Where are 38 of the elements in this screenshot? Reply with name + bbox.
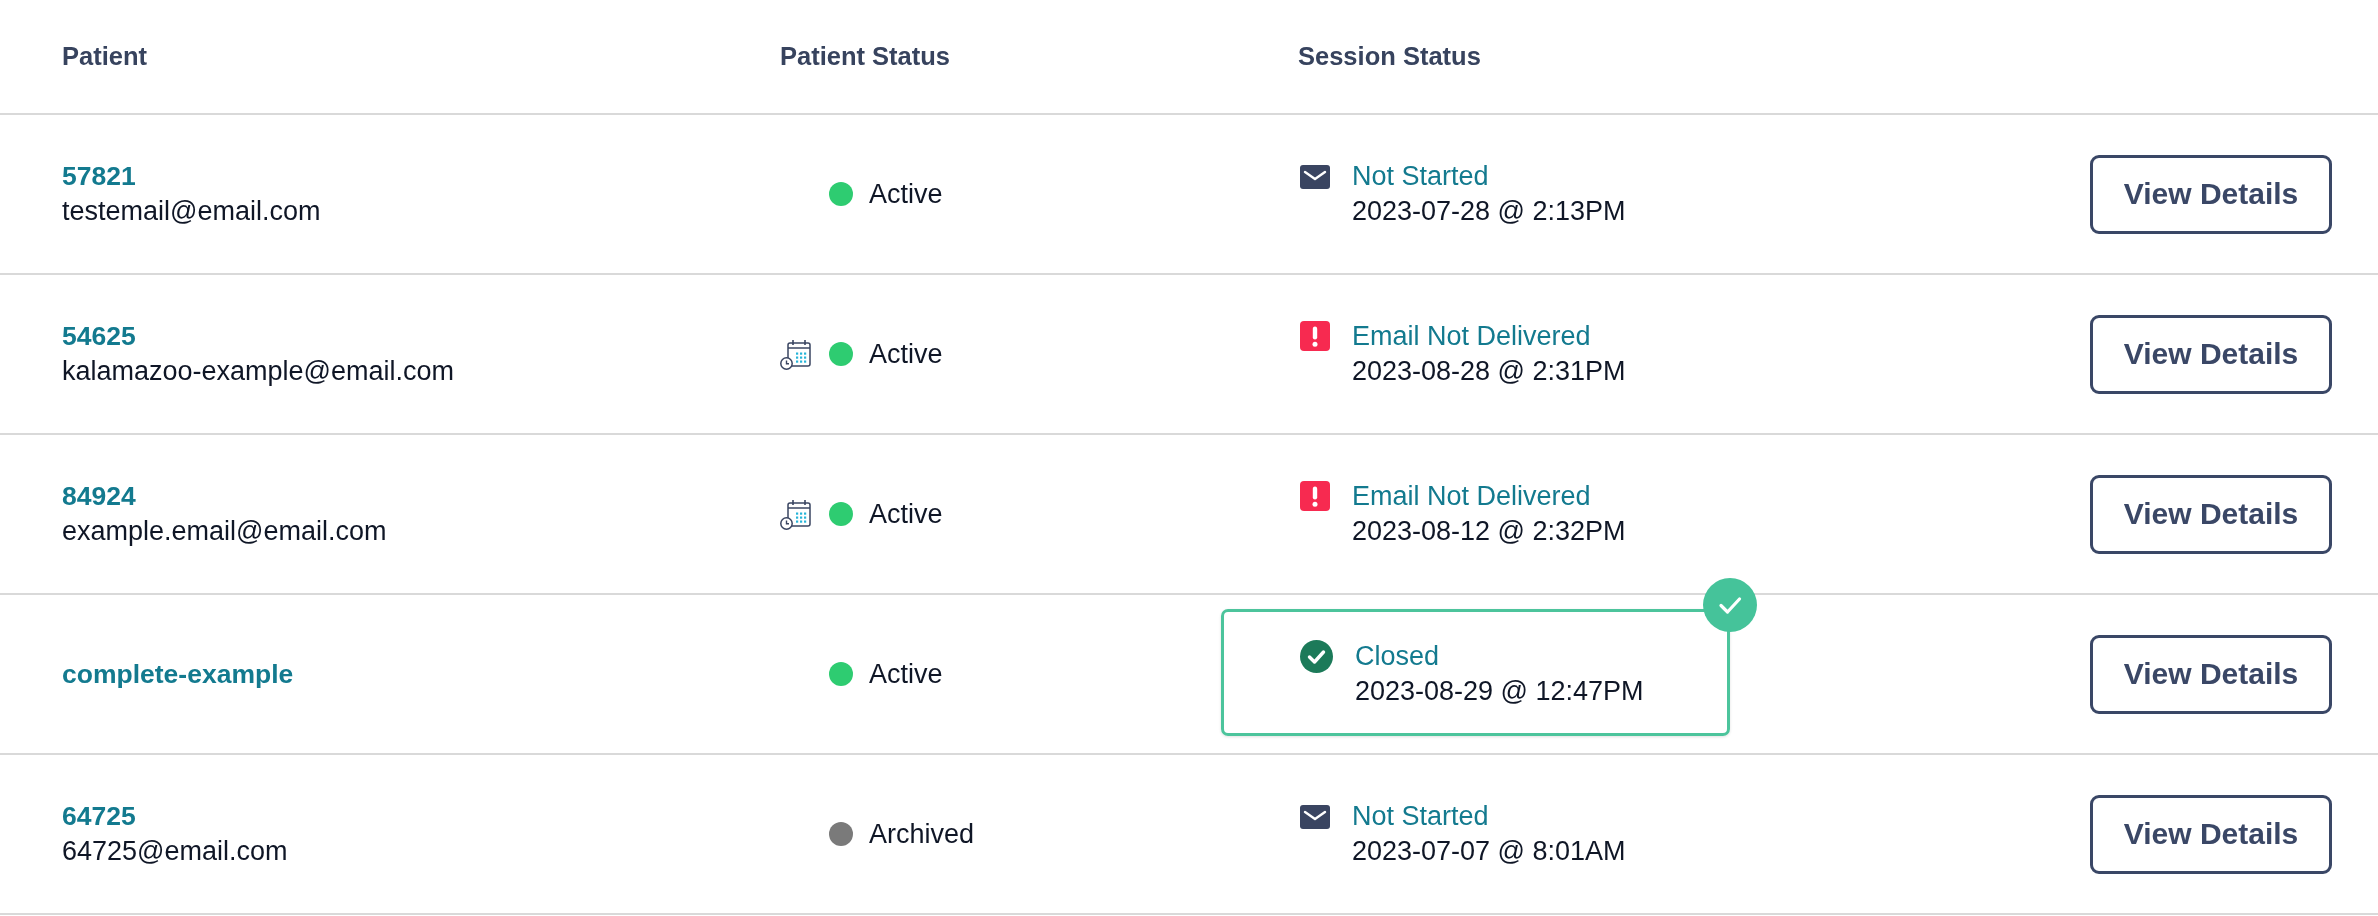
view-details-button[interactable]: View Details [2090,634,2332,714]
column-header: Session Status [1298,42,1481,71]
column-header: Patient Status [780,42,951,71]
patient-id-link[interactable]: 57821 [62,159,136,194]
envelope-icon [1300,165,1330,189]
patient-id-link[interactable]: complete-example [62,656,294,692]
session-status-label: Not Started [1352,160,1489,193]
patient-email: kalamazoo-example@email.com [62,355,455,388]
check-circle-icon [1300,640,1333,673]
view-details-button[interactable]: View Details [2090,314,2332,394]
patient-id-link[interactable]: 64725 [62,799,136,834]
session-status-label: Closed [1355,640,1440,673]
patient-status-label: Archived [869,817,975,851]
view-details-button[interactable]: View Details [2090,794,2332,874]
view-details-button[interactable]: View Details [2090,154,2332,234]
patient-email: testemail@email.com [62,195,321,228]
check-badge-icon [1703,578,1757,632]
column-header: Patient [62,42,148,71]
patient-status-label: Active [869,657,943,691]
patient-id-link[interactable]: 84924 [62,479,136,514]
session-status-label: Email Not Delivered [1352,480,1591,513]
session-timestamp: 2023-08-28 @ 2:31PM [1352,355,1626,388]
session-timestamp: 2023-07-28 @ 2:13PM [1352,195,1626,228]
session-status-label: Not Started [1352,800,1489,833]
session-timestamp: 2023-07-07 @ 8:01AM [1352,835,1626,868]
patient-status-label: Active [869,497,943,531]
patient-email: example.email@email.com [62,515,387,548]
patient-status-label: Active [869,337,943,371]
patient-status-label: Active [869,177,943,211]
session-timestamp: 2023-08-29 @ 12:47PM [1355,675,1644,708]
session-status-label: Email Not Delivered [1352,320,1591,353]
patient-email: 64725@email.com [62,835,288,868]
exclamation-icon [1300,481,1330,511]
session-timestamp: 2023-08-12 @ 2:32PM [1352,515,1626,548]
exclamation-icon [1300,321,1330,351]
view-details-button[interactable]: View Details [2090,474,2332,554]
patient-id-link[interactable]: 54625 [62,319,136,354]
envelope-icon [1300,805,1330,829]
